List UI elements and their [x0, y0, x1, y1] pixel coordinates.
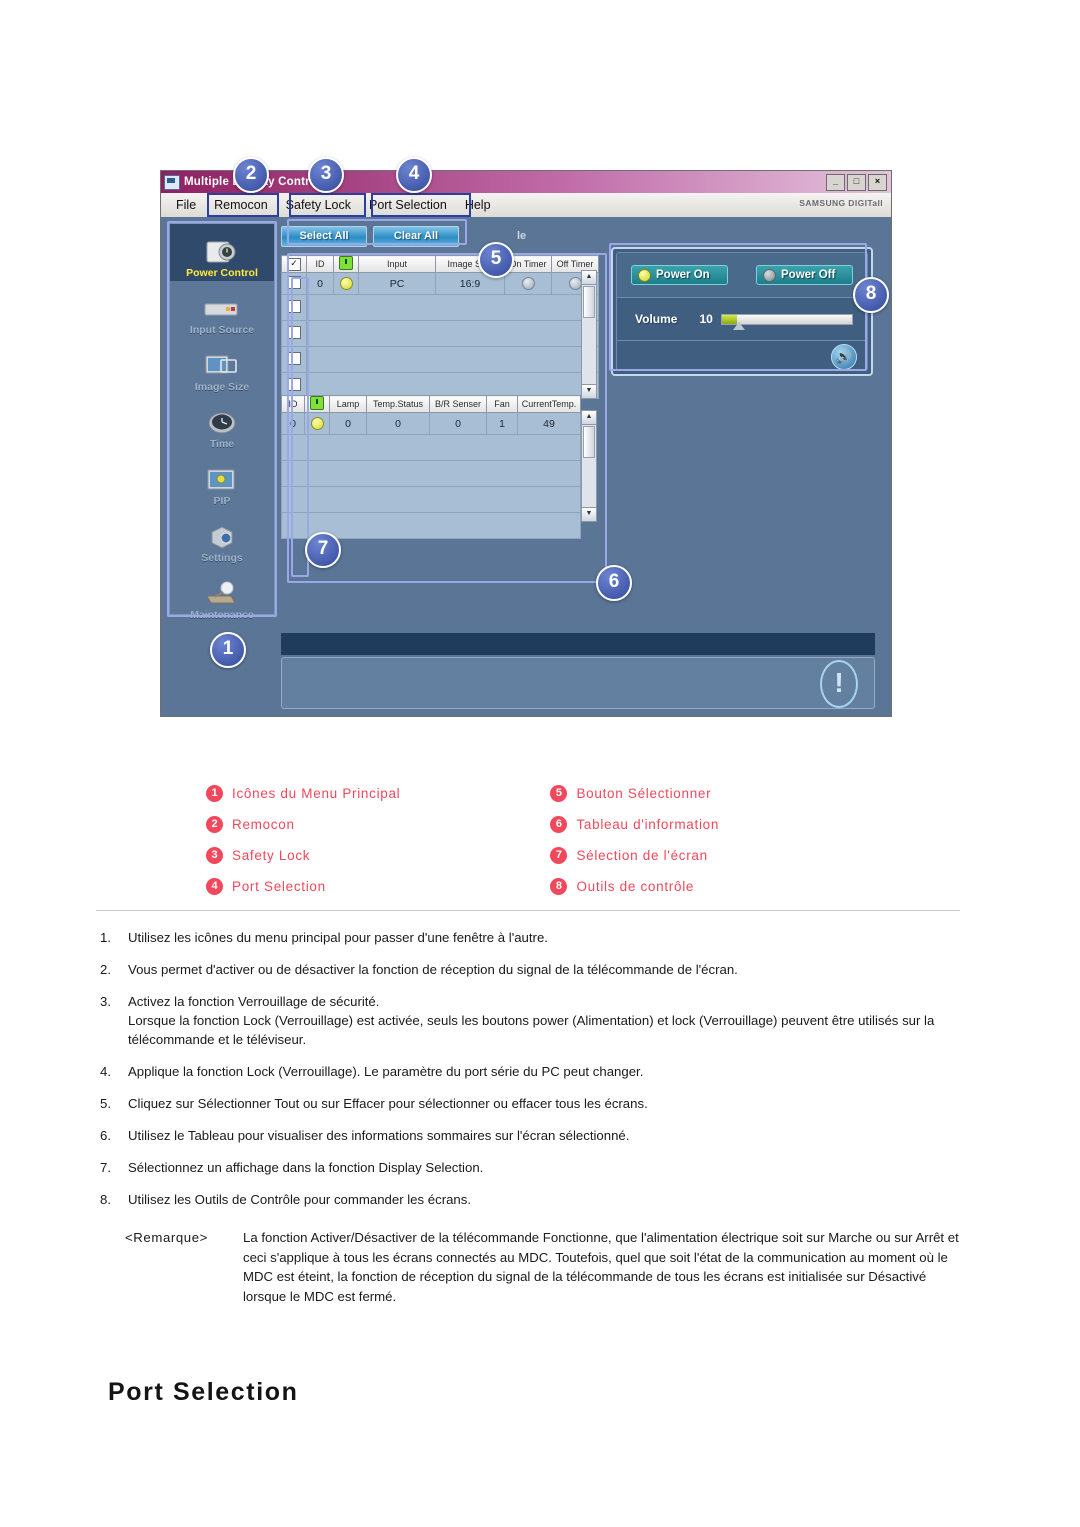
highlight-control-tools	[609, 243, 867, 371]
legend: 1 Icônes du Menu Principal 2 Remocon 3 Safe…	[206, 778, 806, 902]
step-item: 5. Cliquez sur Sélectionner Tout ou sur E…	[100, 1094, 960, 1113]
menu-item-file[interactable]: File	[167, 196, 205, 214]
step-text: Utilisez le Tableau pour visualiser des …	[128, 1128, 630, 1143]
highlight-display-selection	[291, 277, 309, 577]
legend-item: 3 Safety Lock	[206, 840, 546, 871]
callout-badge-3: 3	[308, 157, 344, 193]
step-item: 8. Utilisez les Outils de Contrôle pour c…	[100, 1190, 960, 1209]
legend-column-left: 1 Icônes du Menu Principal 2 Remocon 3 Safe…	[206, 778, 546, 902]
legend-item: 8 Outils de contrôle	[550, 871, 719, 902]
remark-text: La fonction Activer/Désactiver de la tél…	[243, 1230, 959, 1304]
legend-label: Remocon	[232, 817, 295, 832]
callout-badge-2: 2	[233, 157, 269, 193]
highlight-information-table	[287, 253, 607, 583]
mdc-application-screenshot: Multiple Display Control _ □ × File Remo…	[160, 170, 892, 717]
legend-item: 1 Icônes du Menu Principal	[206, 778, 546, 809]
callout-badge-7: 7	[305, 532, 341, 568]
legend-badge: 5	[550, 785, 568, 802]
step-number: 1.	[100, 930, 111, 945]
legend-badge: 1	[206, 785, 223, 802]
highlight-select-buttons	[287, 219, 467, 245]
horizontal-divider	[96, 910, 960, 911]
callout-badge-8: 8	[853, 277, 889, 313]
legend-label: Tableau d'information	[576, 817, 720, 832]
legend-label: Safety Lock	[232, 848, 311, 863]
legend-badge: 8	[550, 878, 568, 895]
step-text: Sélectionnez un affichage dans la foncti…	[128, 1160, 484, 1175]
legend-badge: 2	[206, 816, 223, 833]
step-text: Cliquez sur Sélectionner Tout ou sur Eff…	[128, 1096, 648, 1111]
step-item: 1. Utilisez les icônes du menu principal …	[100, 928, 960, 947]
step-text: Activez la fonction Verrouillage de sécu…	[128, 994, 935, 1047]
legend-label: Icônes du Menu Principal	[232, 786, 401, 801]
step-text: Utilisez les icônes du menu principal po…	[128, 930, 548, 945]
legend-label: Bouton Sélectionner	[576, 786, 712, 801]
highlight-port-selection	[371, 193, 471, 217]
highlight-remocon	[207, 193, 279, 217]
step-number: 2.	[100, 962, 111, 977]
close-button[interactable]: ×	[868, 174, 887, 191]
legend-item: 2 Remocon	[206, 809, 546, 840]
step-item: 7. Sélectionnez un affichage dans la fonc…	[100, 1158, 960, 1177]
remark-note: <Remarque> La fonction Activer/Désactive…	[125, 1228, 965, 1306]
step-text: Utilisez les Outils de Contrôle pour com…	[128, 1192, 472, 1207]
step-text: Applique la fonction Lock (Verrouillage)…	[128, 1064, 644, 1079]
step-text: Vous permet d'activer ou de désactiver l…	[128, 962, 738, 977]
legend-badge: 4	[206, 878, 223, 895]
callout-badge-1: 1	[210, 632, 246, 668]
legend-item: 4 Port Selection	[206, 871, 546, 902]
highlight-safety-lock	[289, 193, 366, 217]
highlight-main-menu-icons	[167, 221, 277, 617]
legend-badge: 7	[550, 847, 568, 864]
step-number: 5.	[100, 1096, 111, 1111]
step-number: 6.	[100, 1128, 111, 1143]
legend-badge: 6	[550, 816, 568, 833]
exclamation-icon: !	[820, 660, 858, 708]
minimize-button[interactable]: _	[826, 174, 845, 191]
bottom-message-pane: !	[281, 657, 875, 709]
samsung-logo: SAMSUNG DIGITall	[799, 198, 883, 208]
step-item: 3. Activez la fonction Verrouillage de sé…	[100, 992, 960, 1049]
window-controls: _ □ ×	[826, 174, 887, 191]
callout-badge-6: 6	[596, 565, 632, 601]
partial-label-text: le	[517, 230, 527, 242]
callout-badge-4: 4	[396, 157, 432, 193]
step-item: 4. Applique la fonction Lock (Verrouillag…	[100, 1062, 960, 1081]
remark-label: <Remarque>	[125, 1230, 208, 1245]
steps-list: 1. Utilisez les icônes du menu principal …	[100, 928, 960, 1222]
callout-badge-5: 5	[478, 242, 514, 278]
step-number: 3.	[100, 994, 111, 1009]
step-number: 8.	[100, 1192, 111, 1207]
maximize-button[interactable]: □	[847, 174, 866, 191]
legend-label: Sélection de l'écran	[576, 848, 708, 863]
window-titlebar: Multiple Display Control _ □ ×	[161, 171, 891, 193]
legend-badge: 3	[206, 847, 223, 864]
app-icon	[164, 174, 180, 190]
legend-item: 6 Tableau d'information	[550, 809, 719, 840]
step-item: 6. Utilisez le Tableau pour visualiser de…	[100, 1126, 960, 1145]
bottom-info-bar: !	[281, 633, 875, 709]
section-title: Port Selection	[108, 1378, 299, 1406]
step-number: 7.	[100, 1160, 111, 1175]
legend-label: Port Selection	[232, 879, 326, 894]
step-number: 4.	[100, 1064, 111, 1079]
legend-label: Outils de contrôle	[576, 879, 695, 894]
step-item: 2. Vous permet d'activer ou de désactiver…	[100, 960, 960, 979]
legend-item: 7 Sélection de l'écran	[550, 840, 719, 871]
bottom-strip	[281, 633, 875, 655]
legend-item: 5 Bouton Sélectionner	[550, 778, 719, 809]
legend-column-right: 5 Bouton Sélectionner 6 Tableau d'informat…	[550, 778, 719, 902]
